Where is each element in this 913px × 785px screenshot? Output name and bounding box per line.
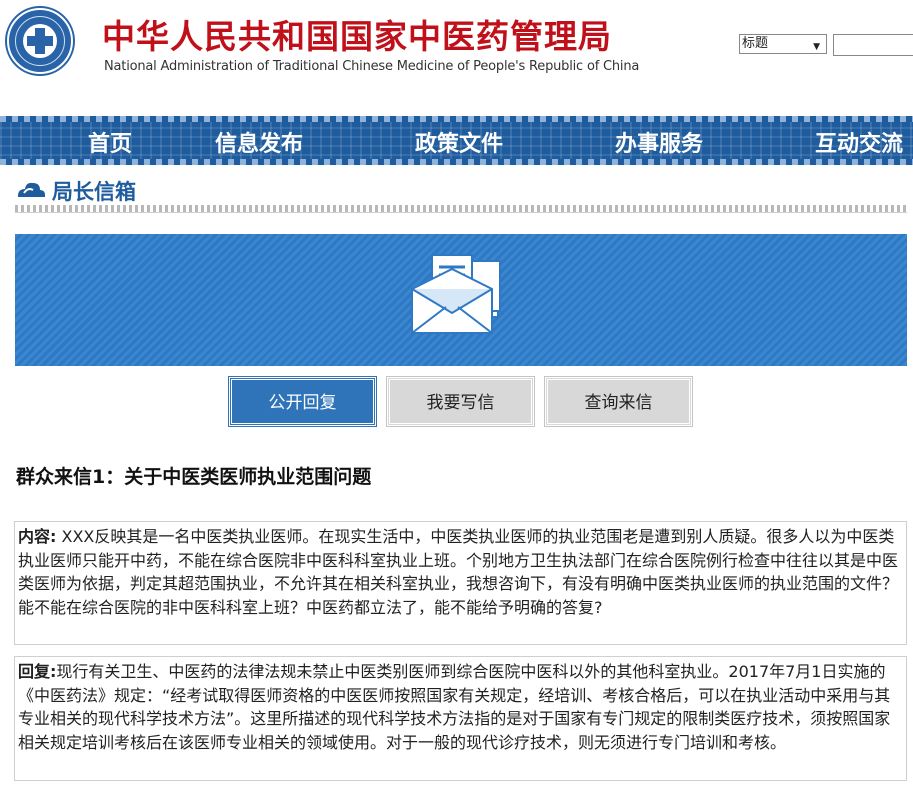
site-title[interactable]: 中华人民共和国国家中医药管理局 xyxy=(102,10,612,58)
dropdown-arrow-icon: ▼ xyxy=(813,42,820,52)
cloud-icon xyxy=(18,182,45,197)
section-divider xyxy=(15,205,907,213)
letter-title: 群众来信1：关于中医类医师执业范围问题 xyxy=(16,466,372,488)
envelope-icon xyxy=(411,254,501,334)
nav-item-home[interactable]: 首页 xyxy=(88,126,132,158)
nav-item-services[interactable]: 办事服务 xyxy=(615,126,703,158)
site-header: 中华人民共和国国家中医药管理局 National Administration … xyxy=(0,0,913,116)
reply-label: 回复: xyxy=(18,662,57,681)
section-title: 局长信箱 xyxy=(52,180,136,204)
search-input[interactable] xyxy=(833,34,913,56)
nav-item-policy[interactable]: 政策文件 xyxy=(415,126,503,158)
letter-reply-box: 回复:现行有关卫生、中医药的法律法规未禁止中医类别医师到综合医院中医科以外的其他… xyxy=(14,656,907,781)
nav-pattern-top xyxy=(0,116,913,122)
nav-item-info[interactable]: 信息发布 xyxy=(215,126,303,158)
tab-write-letter[interactable]: 我要写信 xyxy=(386,376,535,427)
content-label: 内容: xyxy=(18,527,57,546)
nav-item-interaction[interactable]: 互动交流 xyxy=(815,126,903,158)
site-subtitle: National Administration of Traditional C… xyxy=(104,59,640,74)
tab-query-letter[interactable]: 查询来信 xyxy=(544,376,693,427)
mailbox-banner xyxy=(15,234,907,366)
letter-content-box: 内容: XXX反映其是一名中医类执业医师。在现实生活中，中医类执业医师的执业范围… xyxy=(14,521,907,645)
search-type-value: 标题 xyxy=(742,36,769,51)
content-text: XXX反映其是一名中医类执业医师。在现实生活中，中医类执业医师的执业范围老是遭到… xyxy=(18,527,899,617)
tab-public-reply[interactable]: 公开回复 xyxy=(228,376,377,427)
reply-text: 现行有关卫生、中医药的法律法规未禁止中医类别医师到综合医院中医科以外的其他科室执… xyxy=(18,662,891,752)
nav-pattern-bottom xyxy=(0,159,913,165)
search-type-select[interactable]: 标题 ▼ xyxy=(739,34,827,54)
emblem-logo-icon[interactable] xyxy=(7,8,73,74)
main-nav: 首页 信息发布 政策文件 办事服务 互动交流 xyxy=(0,116,913,165)
